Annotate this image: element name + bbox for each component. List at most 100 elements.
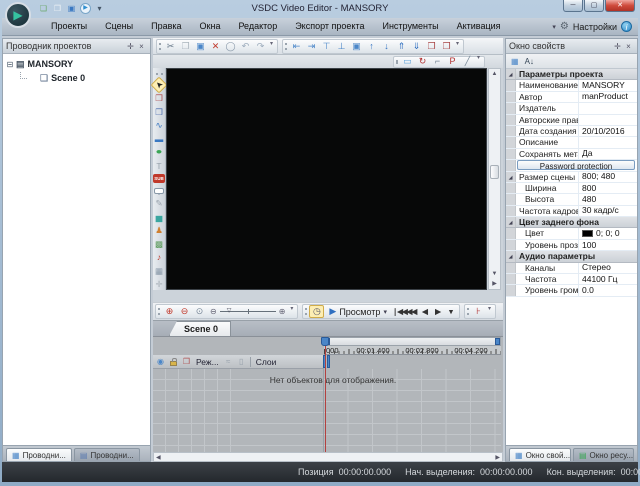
property-value[interactable]: MANSORY (579, 80, 637, 90)
prop-row-publisher[interactable]: Издатель (506, 103, 637, 114)
property-value[interactable]: 0.0 (579, 285, 637, 295)
scrollbar-thumb[interactable] (490, 165, 499, 179)
password-protection-button[interactable]: Password protection (506, 160, 637, 171)
ungroup-icon[interactable]: ❒ (439, 40, 454, 53)
timeline-track-area[interactable]: Нет объектов для отображения. (153, 369, 501, 452)
timeline-zoom-slider[interactable]: ⊖ ▽ ⊕ (210, 307, 285, 316)
cursor-tool-icon[interactable]: ➤ (151, 76, 168, 93)
categorize-icon[interactable]: ▦ (509, 57, 521, 66)
bring-to-front-icon[interactable]: ⇑ (394, 40, 409, 53)
blend-mode-icon[interactable]: ❒ (180, 356, 193, 368)
scroll-right-icon[interactable]: ▶ (492, 279, 497, 289)
marker-icon[interactable]: P (445, 55, 460, 68)
cutting-icon[interactable]: ╱ (460, 55, 475, 68)
layers-column-label[interactable]: Слои (253, 356, 280, 368)
scroll-down-icon[interactable]: ▼ (492, 269, 498, 279)
scene-area-icon[interactable]: ▭ (400, 55, 415, 68)
prop-row-volume[interactable]: Уровень гром 0.0 (506, 285, 637, 296)
property-value[interactable]: 800; 480 (579, 172, 637, 182)
prop-row-name[interactable]: Наименование MANSORY (506, 80, 637, 91)
tab-object-explorer[interactable]: ▤ Проводни... (74, 448, 140, 461)
move-up-icon[interactable]: ↑ (364, 40, 379, 53)
scene-preview[interactable] (166, 68, 487, 290)
info-icon[interactable]: i (621, 21, 632, 32)
undo-icon[interactable]: ↶ (238, 40, 253, 53)
property-value[interactable]: 0; 0; 0 (579, 228, 637, 238)
send-to-back-icon[interactable]: ⇓ (409, 40, 424, 53)
menu-windows[interactable]: Окна (191, 18, 230, 35)
overflow-icon[interactable]: ▾ (454, 40, 461, 53)
property-value[interactable]: manProduct (579, 92, 637, 102)
delete-layer-icon[interactable]: ▯ (235, 356, 248, 368)
property-value[interactable]: 100 (579, 240, 637, 250)
overflow-icon[interactable]: ▾ (268, 40, 275, 53)
prop-row-creation-date[interactable]: Дата создания 20/10/2016 (506, 126, 637, 137)
close-icon[interactable]: × (623, 42, 634, 51)
image-tool-icon[interactable]: ▩ (153, 238, 165, 250)
range-handle-right[interactable] (495, 338, 500, 345)
close-button[interactable]: ✕ (605, 0, 635, 12)
menu-scenes[interactable]: Сцены (96, 18, 142, 35)
prop-row-framerate[interactable]: Частота кадров 30 кадр/с (506, 206, 637, 217)
minimize-button[interactable]: ─ (563, 0, 583, 12)
scroll-right-icon[interactable]: ▶ (495, 454, 500, 461)
redo-icon[interactable]: ↷ (253, 40, 268, 53)
overflow-icon[interactable]: ▾ (475, 54, 482, 67)
rotate-icon[interactable]: ↻ (415, 55, 430, 68)
chevron-down-icon[interactable]: ▾ (552, 23, 556, 31)
prop-row-channels[interactable]: Каналы Стерео (506, 263, 637, 274)
prop-category-project[interactable]: ◢ Параметры проекта (506, 69, 637, 80)
align-right-icon[interactable]: ⇥ (304, 40, 319, 53)
zoom-out-icon[interactable]: ⊖ (177, 305, 192, 318)
zoom-in-icon[interactable]: ⊕ (162, 305, 177, 318)
prop-category-background-color[interactable]: ◢ Цвет заднего фона (506, 217, 637, 228)
move-tool-icon[interactable]: ✛ (153, 278, 165, 290)
animation-tool-icon[interactable]: ♟ (153, 224, 165, 236)
gear-icon[interactable]: ⚙ (560, 21, 569, 32)
sort-alphabetical-icon[interactable]: A↓ (523, 57, 536, 66)
prop-row-author[interactable]: Автор manProduct (506, 92, 637, 103)
paste-icon[interactable]: ▣ (193, 40, 208, 53)
menu-export-project[interactable]: Экспорт проекта (286, 18, 373, 35)
video-tool-icon[interactable]: ▦ (153, 265, 165, 277)
lock-icon[interactable] (170, 361, 177, 366)
waveform-icon[interactable]: ≈ (222, 356, 235, 368)
select-icon[interactable]: ◯ (223, 40, 238, 53)
align-left-icon[interactable]: ⇤ (289, 40, 304, 53)
chart-tool-icon[interactable]: ▅ (153, 211, 165, 223)
prop-row-scene-size[interactable]: ◢ Размер сцены 800; 480 (506, 172, 637, 183)
prop-row-copyright[interactable]: Авторские прав (506, 115, 637, 126)
preview-clock-icon[interactable]: ◷ (309, 305, 324, 318)
go-to-start-icon[interactable]: ❘◀◀ (392, 307, 405, 316)
timeline-horizontal-scrollbar[interactable]: ◀ ▶ (153, 452, 503, 462)
prop-row-frequency[interactable]: Частота 44100 Гц (506, 274, 637, 285)
overflow-icon[interactable]: ▾ (444, 307, 457, 316)
scroll-left-icon[interactable]: ◀ (156, 454, 161, 461)
menu-edit[interactable]: Правка (142, 18, 190, 35)
split-tools-icon[interactable]: ⊦ (471, 305, 486, 318)
pin-icon[interactable]: ✛ (612, 42, 623, 51)
align-bottom-icon[interactable]: ⊥ (334, 40, 349, 53)
pin-icon[interactable]: ✛ (125, 42, 136, 51)
delete-icon[interactable]: ✕ (208, 40, 223, 53)
rectangle-tool-icon[interactable]: ▬ (153, 133, 165, 145)
separator[interactable]: | (250, 357, 251, 367)
visibility-icon[interactable]: ◉ (154, 356, 167, 368)
slider-plus-icon[interactable]: ⊕ (279, 307, 286, 316)
property-value[interactable]: 44100 Гц (579, 274, 637, 284)
object-forward-icon[interactable]: ❒ (153, 92, 165, 104)
property-value[interactable] (579, 115, 637, 125)
timeline-range-bar[interactable] (324, 337, 501, 346)
object-backward-icon[interactable]: ❒ (153, 106, 165, 118)
subtitles-tool-icon[interactable]: SUB (153, 174, 165, 183)
tab-project-explorer[interactable]: ▦ Проводни... (6, 448, 72, 461)
property-value[interactable]: Да (579, 149, 637, 159)
color-swatch[interactable] (582, 230, 593, 237)
prop-row-width[interactable]: Ширина 800 (506, 183, 637, 194)
tree-item-scene[interactable]: ❏ Scene 0 (18, 71, 148, 85)
copy-icon[interactable]: ❐ (178, 40, 193, 53)
property-value[interactable]: 30 кадр/с (579, 206, 637, 216)
crop-icon[interactable]: ⌐ (430, 55, 445, 68)
tab-properties-window[interactable]: ▦ Окно свой... (509, 448, 571, 461)
next-frame-icon[interactable]: ▶ (431, 307, 444, 316)
